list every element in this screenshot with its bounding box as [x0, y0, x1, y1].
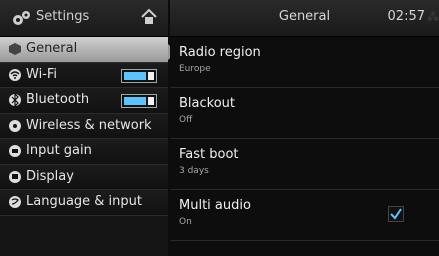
- setting-multi-audio[interactable]: Multi audio On: [170, 190, 439, 241]
- toggle-off-indicator: [148, 97, 154, 105]
- network-icon: [9, 119, 21, 132]
- multi-audio-checkbox[interactable]: [388, 206, 404, 222]
- sidebar-item-label: Bluetooth: [26, 92, 90, 107]
- sidebar-menu: General Wi-Fi Bluetooth Wireless & netwo…: [0, 37, 168, 216]
- bluetooth-status-icon: ⁂: [427, 10, 439, 24]
- setting-value: Europe: [179, 64, 211, 74]
- input-icon: [9, 145, 21, 157]
- setting-value: 3 days: [179, 166, 209, 176]
- sidebar-item-general[interactable]: General: [0, 37, 168, 63]
- sidebar: Settings General Wi-Fi Bluetooth Wireles…: [0, 0, 176, 256]
- settings-screen: Settings General Wi-Fi Bluetooth Wireles…: [0, 0, 439, 256]
- sidebar-item-label: General: [26, 41, 78, 56]
- setting-blackout[interactable]: Blackout Off: [170, 88, 439, 139]
- bluetooth-icon: [9, 93, 21, 107]
- setting-name: Multi audio: [179, 198, 251, 213]
- toggle-on-indicator: [124, 71, 146, 80]
- clock-time: 02:57: [387, 9, 425, 24]
- setting-radio-region[interactable]: Radio region Europe: [170, 37, 439, 88]
- toggle-on-indicator: [124, 97, 146, 105]
- settings-panel: General 02:57 ⁂ Radio region Europe Blac…: [170, 0, 439, 256]
- display-icon: [9, 170, 21, 183]
- sidebar-item-display[interactable]: Display: [0, 164, 168, 190]
- sidebar-item-label: Wi-Fi: [26, 66, 58, 82]
- home-icon[interactable]: [140, 8, 158, 26]
- bluetooth-toggle[interactable]: [121, 94, 157, 108]
- toggle-off-indicator: [148, 71, 154, 80]
- sidebar-item-wifi[interactable]: Wi-Fi: [0, 62, 168, 88]
- gear-icon: [13, 11, 30, 25]
- checkmark-icon: [390, 208, 402, 220]
- sidebar-header: Settings: [0, 0, 168, 37]
- wifi-toggle[interactable]: [121, 68, 157, 83]
- sidebar-title: Settings: [36, 9, 90, 24]
- sidebar-item-wireless-network[interactable]: Wireless & network: [0, 113, 168, 139]
- sidebar-item-language-input[interactable]: Language & input: [0, 190, 168, 216]
- setting-name: Blackout: [179, 96, 235, 111]
- setting-value: Off: [179, 115, 193, 125]
- cube-icon: [9, 43, 21, 55]
- language-icon: [9, 196, 21, 208]
- sidebar-item-label: Wireless & network: [26, 117, 152, 133]
- setting-fast-boot[interactable]: Fast boot 3 days: [170, 139, 439, 190]
- sidebar-item-bluetooth[interactable]: Bluetooth: [0, 88, 168, 114]
- setting-name: Radio region: [179, 45, 261, 60]
- setting-name: Fast boot: [179, 147, 239, 162]
- sidebar-item-label: Input gain: [26, 143, 92, 158]
- sidebar-item-input-gain[interactable]: Input gain: [0, 139, 168, 165]
- panel-header: General 02:57 ⁂: [170, 0, 439, 37]
- sidebar-item-label: Display: [26, 168, 74, 184]
- setting-value: On: [179, 217, 192, 227]
- sidebar-item-label: Language & input: [26, 194, 142, 209]
- wifi-icon: [9, 68, 21, 81]
